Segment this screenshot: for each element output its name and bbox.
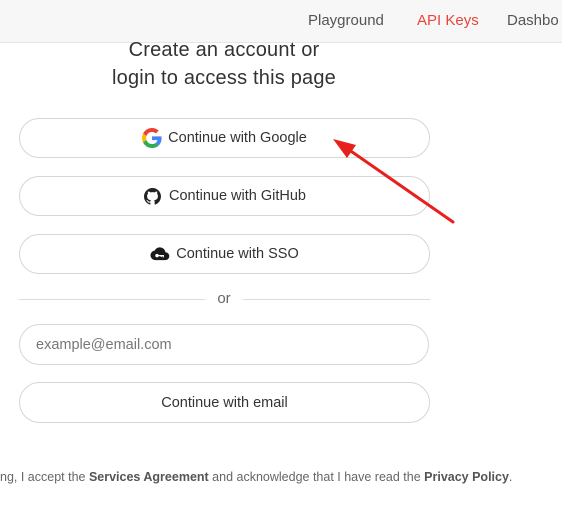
continue-with-email-button[interactable]: Continue with email xyxy=(19,382,430,423)
services-agreement-link[interactable]: Services Agreement xyxy=(89,470,209,484)
privacy-policy-link[interactable]: Privacy Policy xyxy=(424,470,509,484)
legal-middle: and acknowledge that I have read the xyxy=(208,470,425,484)
legal-notice: ng, I accept the Services Agreement and … xyxy=(0,470,512,484)
divider-line-right xyxy=(243,299,430,300)
nav-item-api-keys[interactable]: API Keys xyxy=(417,12,479,29)
legal-prefix: ng, I accept the xyxy=(0,470,89,484)
email-input[interactable] xyxy=(19,324,429,365)
google-button-label: Continue with Google xyxy=(168,130,307,146)
legal-suffix: . xyxy=(508,470,513,484)
cloud-key-icon xyxy=(150,244,170,264)
heading-line-1: Create an account or xyxy=(128,39,320,61)
nav-item-playground[interactable]: Playground xyxy=(308,12,384,29)
continue-with-sso-button[interactable]: Continue with SSO xyxy=(19,234,430,274)
github-icon xyxy=(143,186,163,206)
divider-or: or xyxy=(217,290,231,307)
login-page: Playground API Keys Dashbo Create an acc… xyxy=(0,0,562,528)
nav-item-dashboard[interactable]: Dashbo xyxy=(507,12,559,29)
github-button-label: Continue with GitHub xyxy=(168,188,306,204)
email-button-label: Continue with email xyxy=(161,394,288,411)
divider-line-left xyxy=(19,299,205,300)
page-heading: Create an account or login to access thi… xyxy=(74,36,374,92)
sso-button-label: Continue with SSO xyxy=(176,246,299,262)
continue-with-github-button[interactable]: Continue with GitHub xyxy=(19,176,430,216)
google-icon xyxy=(142,128,162,148)
continue-with-google-button[interactable]: Continue with Google xyxy=(19,118,430,158)
heading-line-2: login to access this page xyxy=(111,67,337,89)
